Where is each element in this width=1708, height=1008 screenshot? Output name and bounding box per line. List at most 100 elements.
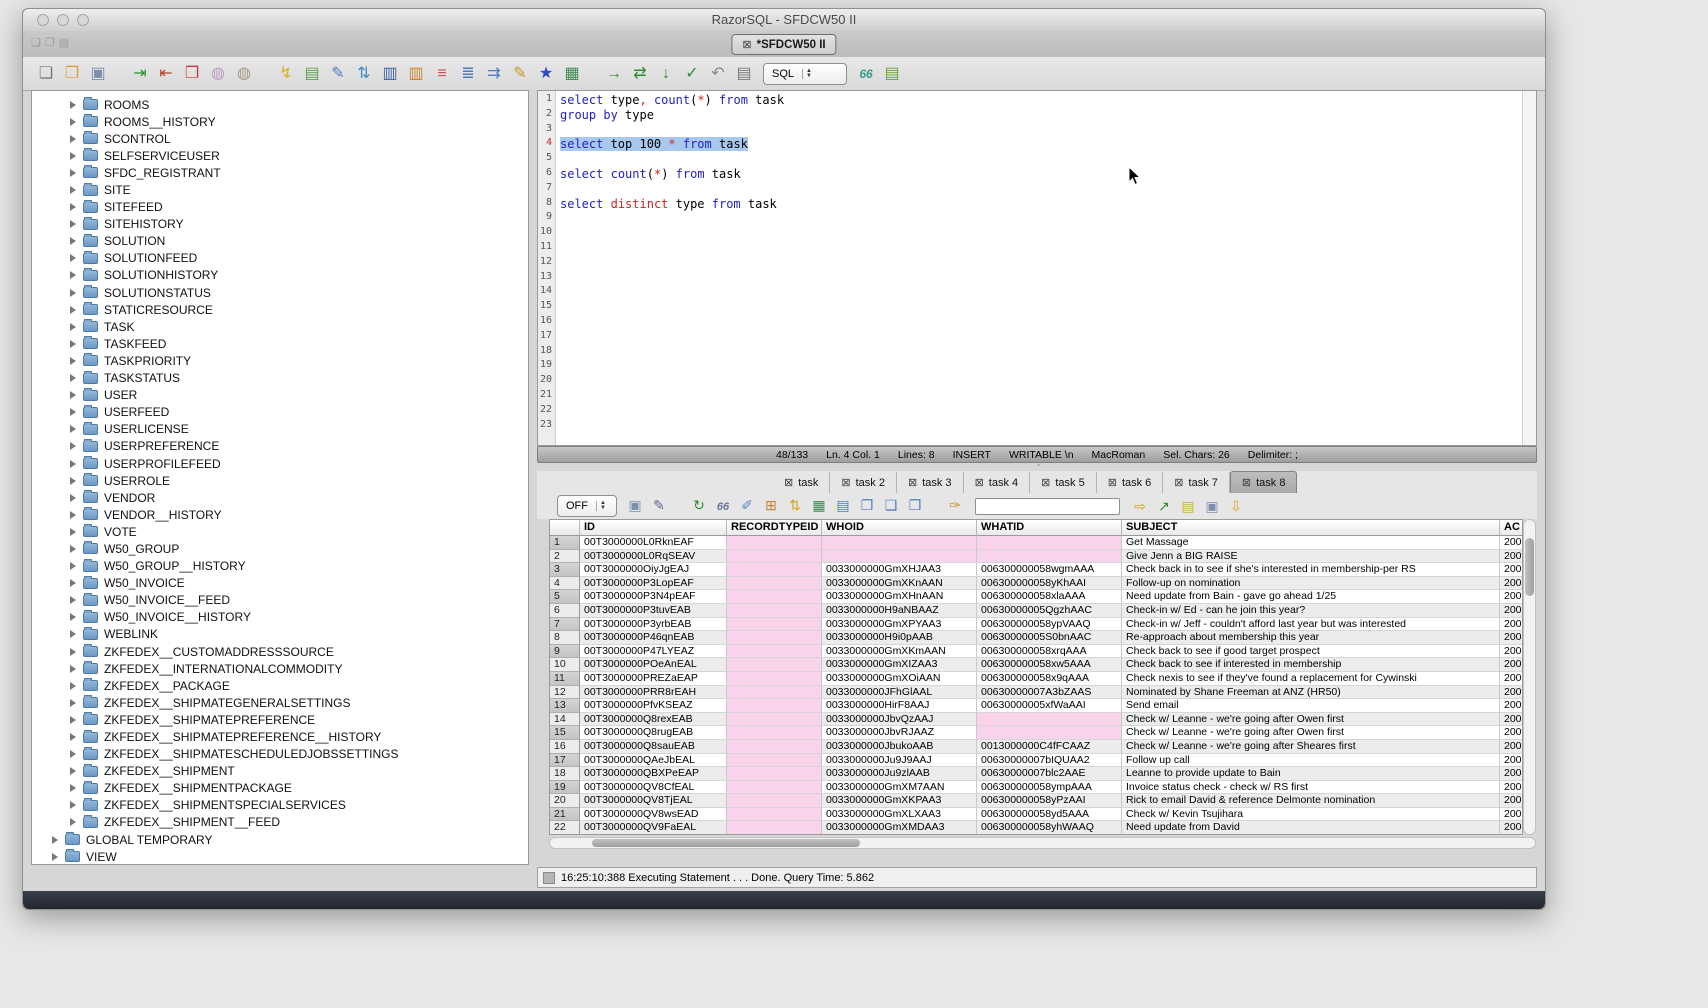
disclosure-triangle-icon[interactable] [70, 699, 76, 707]
table-cell[interactable]: 006300000058xlaAAA [977, 590, 1122, 604]
tab-close-icon[interactable]: ⊠ [784, 476, 793, 489]
copy-rows-icon[interactable]: ❏ [879, 494, 903, 516]
table-cell[interactable]: Check w/ Leanne - we're going after Owen… [1122, 713, 1500, 727]
table-cell[interactable]: 0033000000GmXMDAA3 [822, 821, 977, 835]
table-cell[interactable] [727, 794, 822, 808]
table-cell[interactable]: 0033000000H9i0pAAB [822, 631, 977, 645]
tree-item-solutionfeed[interactable]: SOLUTIONFEED [32, 250, 528, 267]
table-cell[interactable]: 00T3000000QAeJbEAL [580, 754, 727, 768]
tab-close-icon[interactable]: ⊠ [1041, 476, 1050, 489]
result-tab-task-6[interactable]: ⊠task 6 [1097, 472, 1164, 493]
tree-item-taskfeed[interactable]: TASKFEED [32, 335, 528, 352]
disclosure-triangle-icon[interactable] [70, 596, 76, 604]
document-tab[interactable]: ⊠ *SFDCW50 II [731, 34, 836, 55]
tree-item-zkfedex-shipmatepreference-history[interactable]: ZKFEDEX__SHIPMATEPREFERENCE__HISTORY [32, 728, 528, 745]
view-mode-icon[interactable]: 66 [711, 496, 735, 518]
row-number-cell[interactable]: 17 [550, 754, 580, 768]
disclosure-triangle-icon[interactable] [70, 254, 76, 262]
table-cell[interactable]: 00T3000000QV8CfEAL [580, 781, 727, 795]
table-cell[interactable] [727, 618, 822, 632]
describe-table-icon[interactable]: ▤ [299, 63, 325, 85]
table-cell[interactable] [727, 713, 822, 727]
tree-item-zkfedex-internationalcommodity[interactable]: ZKFEDEX__INTERNATIONALCOMMODITY [32, 660, 528, 677]
table-cell[interactable]: 00T3000000P47LYEAZ [580, 645, 727, 659]
row-number-cell[interactable]: 18 [550, 767, 580, 781]
tree-item-solutionhistory[interactable]: SOLUTIONHISTORY [32, 267, 528, 284]
row-number-cell[interactable]: 21 [550, 808, 580, 822]
grid-vertical-scrollbar[interactable] [1523, 519, 1536, 835]
disclosure-triangle-icon[interactable] [70, 716, 76, 724]
tab-close-icon[interactable]: ⊠ [742, 38, 751, 51]
disclosure-triangle-icon[interactable] [70, 101, 76, 109]
table-cell[interactable] [822, 536, 977, 550]
disconnect-icon[interactable]: ⇤ [153, 63, 179, 85]
table-cell[interactable]: Check w/ Leanne - we're going after Shea… [1122, 740, 1500, 754]
disclosure-triangle-icon[interactable] [70, 340, 76, 348]
table-cell[interactable]: 00T3000000PfvKSEAZ [580, 699, 727, 713]
tree-item-solutionstatus[interactable]: SOLUTIONSTATUS [32, 284, 528, 301]
table-cell[interactable] [727, 754, 822, 768]
table-row[interactable]: 1200T3000000PRR8rEAH0033000000JFhGlAAL00… [550, 686, 1522, 700]
save-results-icon[interactable]: ▣ [623, 494, 647, 516]
insert-node-icon[interactable]: ⊞ [759, 494, 783, 516]
table-cell[interactable]: 200 [1500, 808, 1523, 822]
table-row[interactable]: 1700T3000000QAeJbEAL0033000000Ju9J9AAJ00… [550, 754, 1522, 768]
disclosure-triangle-icon[interactable] [70, 271, 76, 279]
table-cell[interactable]: 200 [1500, 754, 1523, 768]
disclosure-triangle-icon[interactable] [70, 237, 76, 245]
table-cell[interactable]: 0033000000GmXKmAAN [822, 645, 977, 659]
add-connection-icon[interactable]: ◍ [205, 63, 231, 85]
table-cell[interactable]: 200 [1500, 686, 1523, 700]
log-icon[interactable]: ▤ [731, 63, 757, 85]
table-cell[interactable]: 200 [1500, 699, 1523, 713]
result-tab-task-8[interactable]: ⊠task 8 [1230, 471, 1298, 493]
rollback-icon[interactable]: ↶ [705, 63, 731, 85]
result-tab-task[interactable]: ⊠task [773, 472, 830, 493]
disclosure-triangle-icon[interactable] [52, 836, 58, 844]
save-grid-icon[interactable]: ▣ [1200, 495, 1224, 517]
table-cell[interactable]: Need update from Bain - gave go ahead 1/… [1122, 590, 1500, 604]
table-cell[interactable] [727, 686, 822, 700]
editor-scrollbar[interactable] [1522, 91, 1536, 445]
open-file-icon[interactable]: ❐ [59, 63, 85, 85]
table-cell[interactable]: 00T3000000Q8rexEAB [580, 713, 727, 727]
tree-item-task[interactable]: TASK [32, 318, 528, 335]
table-cell[interactable]: 00630000007blc2AAE [977, 767, 1122, 781]
table-cell[interactable] [727, 631, 822, 645]
row-number-cell[interactable]: 7 [550, 618, 580, 632]
table-cell[interactable]: 200 [1500, 577, 1523, 591]
table-options-icon[interactable]: ▦ [559, 63, 585, 85]
row-number-cell[interactable]: 16 [550, 740, 580, 754]
disclosure-triangle-icon[interactable] [70, 562, 76, 570]
result-tab-task-2[interactable]: ⊠task 2 [830, 472, 897, 493]
table-cell[interactable] [727, 658, 822, 672]
table-cell[interactable]: 006300000058yd5AAA [977, 808, 1122, 822]
result-tab-task-5[interactable]: ⊠task 5 [1030, 472, 1097, 493]
tree-item-userpreference[interactable]: USERPREFERENCE [32, 438, 528, 455]
table-cell[interactable]: 006300000058x9qAAA [977, 672, 1122, 686]
disclosure-triangle-icon[interactable] [70, 784, 76, 792]
table-row[interactable]: 200T3000000L0RqSEAVGive Jenn a BIG RAISE… [550, 550, 1522, 564]
table-cell[interactable]: 00T3000000QV9FaEAL [580, 821, 727, 835]
table-cell[interactable]: 006300000058xw5AAA [977, 658, 1122, 672]
align-icon[interactable]: ⇉ [481, 63, 507, 85]
table-row[interactable]: 400T3000000P3LopEAF0033000000GmXKnAAN006… [550, 577, 1522, 591]
table-cell[interactable]: 0033000000JbvQzAAJ [822, 713, 977, 727]
row-number-cell[interactable]: 14 [550, 713, 580, 727]
refresh-results-icon[interactable]: ↻ [687, 494, 711, 516]
table-cell[interactable]: 00T3000000QBXPeEAP [580, 767, 727, 781]
table-cell[interactable]: 006300000058yPzAAI [977, 794, 1122, 808]
row-number-cell[interactable]: 22 [550, 821, 580, 835]
results-search-input[interactable] [975, 498, 1120, 515]
table-cell[interactable]: 0033000000GmXOiAAN [822, 672, 977, 686]
table-cell[interactable]: Nominated by Shane Freeman at ANZ (HR50) [1122, 686, 1500, 700]
table-row[interactable]: 100T3000000L0RknEAFGet Massage200 [550, 536, 1522, 550]
disclosure-triangle-icon[interactable] [70, 220, 76, 228]
tree-item-sfdc-registrant[interactable]: SFDC_REGISTRANT [32, 164, 528, 181]
tree-item-zkfedex-package[interactable]: ZKFEDEX__PACKAGE [32, 677, 528, 694]
disclosure-triangle-icon[interactable] [70, 613, 76, 621]
table-cell[interactable]: 0033000000GmXPYAA3 [822, 618, 977, 632]
table-cell[interactable]: Follow up call [1122, 754, 1500, 768]
row-number-cell[interactable]: 15 [550, 726, 580, 740]
tree-item-userprofilefeed[interactable]: USERPROFILEFEED [32, 455, 528, 472]
